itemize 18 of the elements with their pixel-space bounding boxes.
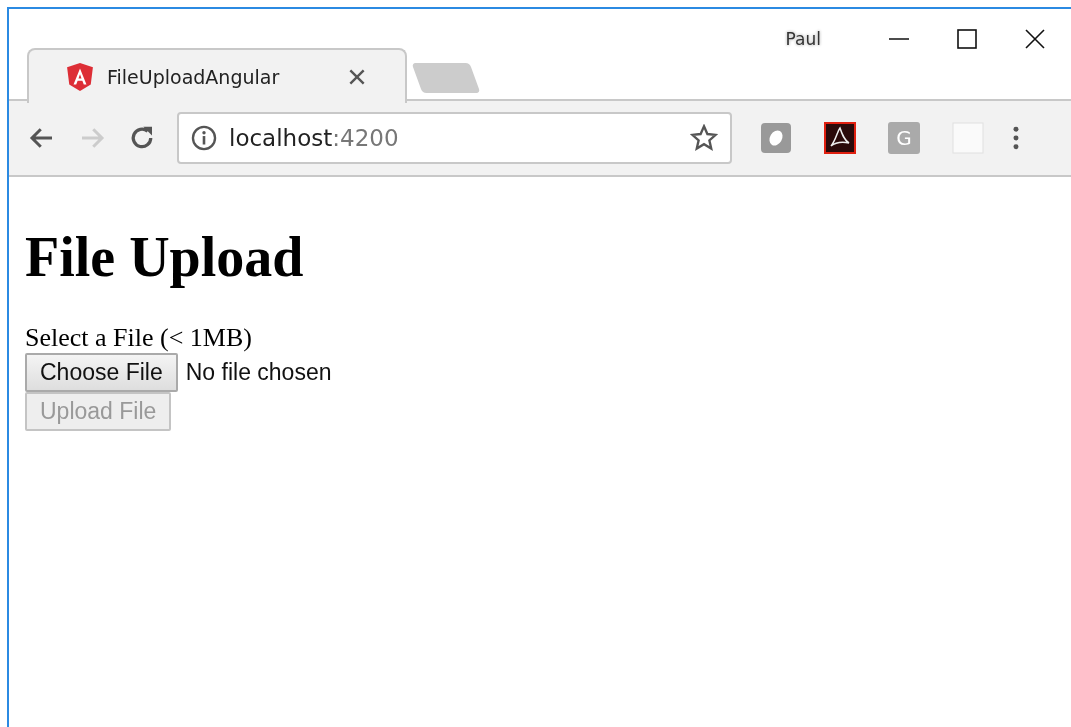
file-status: No file chosen (185, 359, 332, 387)
profile-name[interactable]: Paul (785, 29, 821, 49)
tab-title: FileUploadAngular (107, 65, 281, 88)
page-heading: File Upload (25, 225, 305, 290)
file-label: Select a File (< 1MB) (25, 323, 253, 354)
menu-icon[interactable] (1012, 125, 1020, 151)
url-text: localhost:4200 (229, 125, 400, 151)
close-icon[interactable] (349, 68, 365, 85)
maximize-icon[interactable] (957, 29, 977, 49)
address-bar[interactable]: localhost:4200 (177, 112, 732, 164)
choose-file-button[interactable]: Choose File (25, 353, 178, 393)
shield-logo-icon (67, 62, 93, 91)
browser-tab[interactable]: FileUploadAngular (27, 48, 407, 103)
info-icon (191, 125, 217, 151)
extension-icon[interactable] (760, 122, 792, 154)
pdf-extension-icon[interactable] (824, 122, 856, 154)
star-icon[interactable] (690, 124, 718, 152)
close-icon[interactable] (1025, 29, 1045, 49)
